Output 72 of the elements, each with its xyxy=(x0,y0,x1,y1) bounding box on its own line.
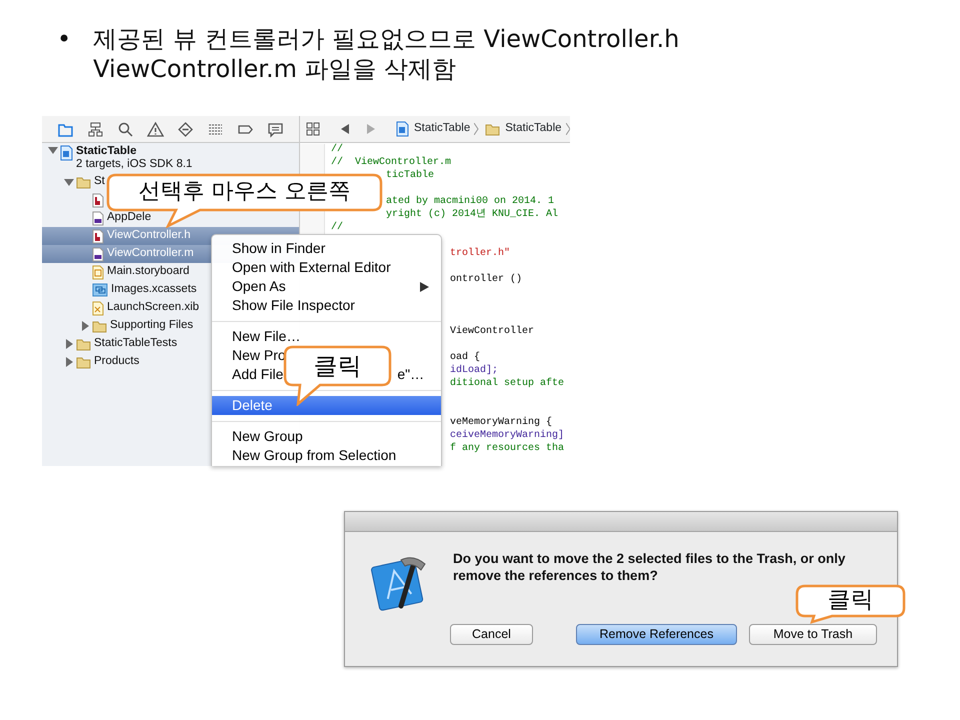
collapsed-triangle-icon[interactable] xyxy=(64,357,74,367)
collapsed-triangle-icon[interactable] xyxy=(64,339,74,349)
grid-icon[interactable] xyxy=(306,122,320,136)
dialog-message: Do you want to move the 2 selected files to the Trash, or only remove the references to them? xyxy=(453,550,846,584)
code-line: // ViewController.m xyxy=(331,157,452,168)
code-line: ticTable xyxy=(386,170,434,181)
menu-item-text: e"… xyxy=(397,365,424,384)
source-file-icon xyxy=(92,246,104,262)
interface-file-icon xyxy=(92,300,104,316)
assets-icon xyxy=(92,283,108,297)
expanded-triangle-icon[interactable] xyxy=(64,177,74,187)
folder-icon xyxy=(76,338,91,350)
header-file-icon xyxy=(92,228,104,244)
project-file-icon xyxy=(396,121,409,137)
code-line: troller.h" xyxy=(450,248,510,259)
tree-item[interactable]: StaticTableTests xyxy=(94,335,178,353)
code-line: ditional setup afte xyxy=(450,378,564,389)
menu-item[interactable]: Add File xyxy=(232,365,284,384)
dialog-button[interactable]: Remove References xyxy=(576,624,737,645)
menu-item[interactable]: Delete xyxy=(232,396,272,415)
chevron-icon xyxy=(474,123,480,135)
tree-item[interactable]: Supporting Files xyxy=(110,317,194,335)
code-line: ated by macmini00 on 2014. 1 xyxy=(386,196,554,207)
search-icon[interactable] xyxy=(116,120,134,138)
tree-item[interactable]: Main.storyboard xyxy=(107,263,190,281)
callout-text: 선택후 마우스 오른쪽 xyxy=(138,180,350,205)
menu-item[interactable]: New File… xyxy=(232,327,300,346)
tree-item[interactable]: AppDele xyxy=(107,209,152,227)
breadcrumb-item[interactable]: StaticTable xyxy=(505,120,562,138)
callout-text: 클릭 xyxy=(828,588,874,614)
warning-icon[interactable] xyxy=(146,120,164,138)
storyboard-file-icon xyxy=(92,264,104,280)
comment-icon[interactable] xyxy=(267,120,284,138)
code-line: oad { xyxy=(450,352,480,363)
bullet: • xyxy=(57,24,72,55)
project-file-icon xyxy=(60,145,73,161)
menu-item[interactable]: Show File Inspector xyxy=(232,296,355,315)
project-name[interactable]: StaticTable xyxy=(76,145,192,158)
expanded-triangle-icon[interactable] xyxy=(48,145,58,155)
code-line: f any resources tha xyxy=(450,443,564,454)
callout-text: 클릭 xyxy=(314,352,362,380)
folder-icon xyxy=(485,122,500,136)
folder-icon xyxy=(76,176,91,188)
tree-item[interactable]: Images.xcassets xyxy=(111,281,197,299)
folder-icon xyxy=(76,356,91,368)
tree-item[interactable]: Products xyxy=(94,353,140,371)
hierarchy-icon[interactable] xyxy=(86,120,104,138)
dialog-button[interactable]: Cancel xyxy=(450,624,533,645)
menu-item[interactable]: New Group from Selection xyxy=(232,446,396,465)
code-line: // xyxy=(331,144,344,155)
source-file-icon xyxy=(92,210,104,226)
diamond-icon[interactable] xyxy=(177,120,194,138)
breadcrumb-item[interactable]: StaticTable xyxy=(414,120,470,138)
code-line: veMemoryWarning { xyxy=(450,417,552,428)
collapsed-triangle-icon[interactable] xyxy=(80,321,90,331)
dialog-button[interactable]: Move to Trash xyxy=(749,624,877,645)
code-line: yright (c) 2014년 KNU_CIE. Al xyxy=(386,209,558,220)
code-line: ViewController xyxy=(450,326,534,337)
code-line: ceiveMemoryWarning] xyxy=(450,430,564,441)
project-subtitle: 2 targets, iOS SDK 8.1 xyxy=(76,158,192,171)
code-line: ontroller () xyxy=(450,274,522,285)
tree-item[interactable]: St xyxy=(94,173,105,191)
code-line: idLoad]; xyxy=(450,365,498,376)
menu-item[interactable]: Open As xyxy=(232,277,286,296)
chevron-icon xyxy=(566,123,570,135)
highlighted-menu-row[interactable]: Delete xyxy=(212,396,441,415)
folder-icon xyxy=(92,320,107,332)
code-line: // xyxy=(331,222,344,233)
back-arrow-icon[interactable] xyxy=(340,124,350,134)
menu-item[interactable]: New Group xyxy=(232,427,303,446)
slide-text: 제공된 뷰 컨트롤러가 필요없으므로 ViewController.h ViewController.m 파일을 삭제함 xyxy=(93,24,680,85)
tree-item[interactable]: LaunchScreen.xib xyxy=(107,299,200,317)
